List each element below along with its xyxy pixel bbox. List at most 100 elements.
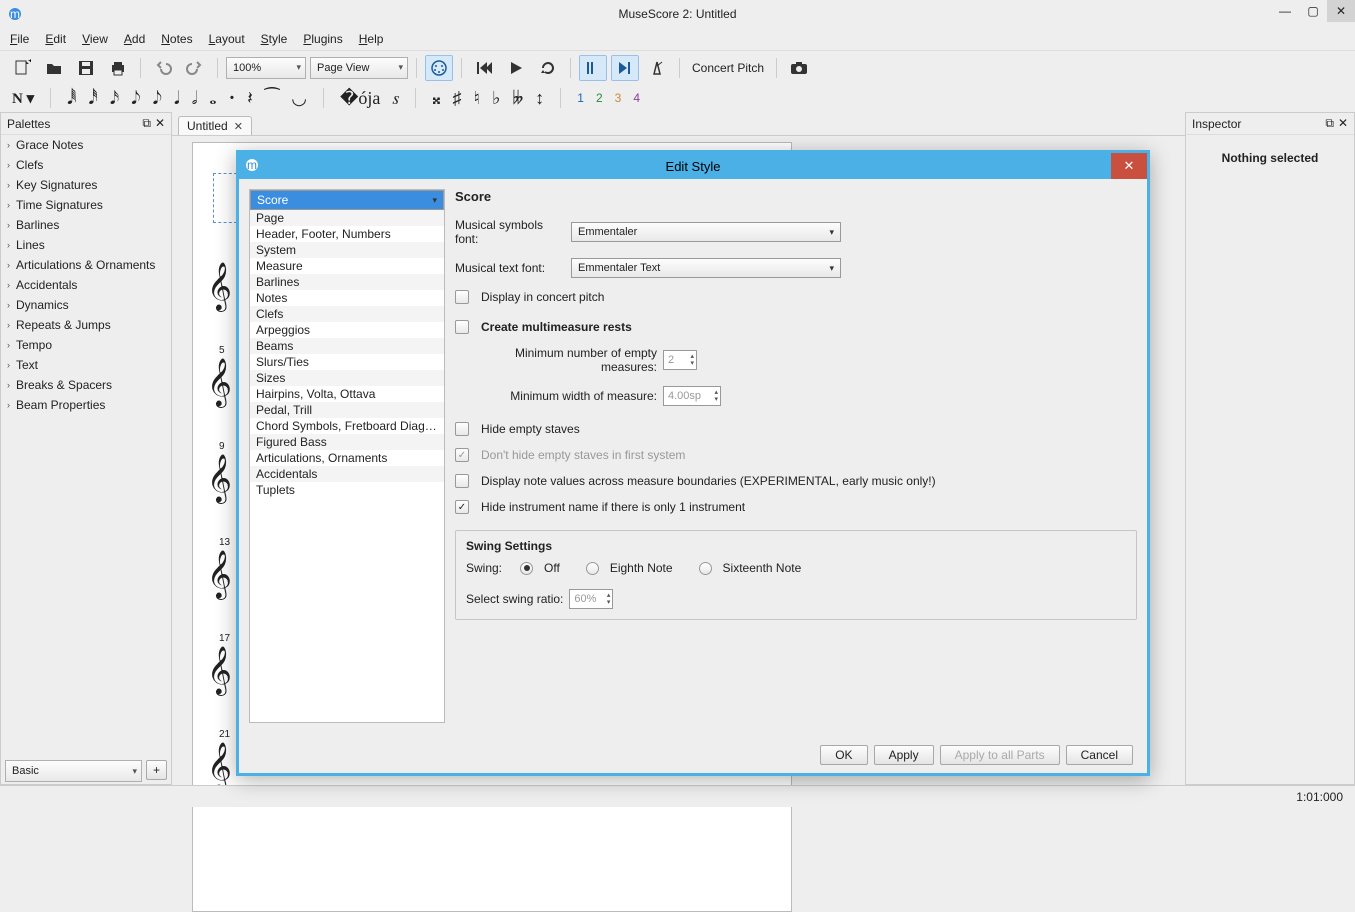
open-icon[interactable] xyxy=(40,55,68,81)
concert-pitch-button[interactable]: Concert Pitch xyxy=(688,61,768,75)
cancel-button[interactable]: Cancel xyxy=(1066,745,1133,765)
menu-notes[interactable]: Notes xyxy=(161,32,192,46)
palette-item[interactable]: ›Key Signatures xyxy=(1,175,171,195)
dialog-category-list[interactable]: ScorePageHeader, Footer, NumbersSystemMe… xyxy=(249,189,445,723)
new-score-icon[interactable]: ✦ xyxy=(8,55,36,81)
category-item[interactable]: Score xyxy=(250,190,444,210)
palette-item[interactable]: ›Tempo xyxy=(1,335,171,355)
note-whole-icon[interactable]: 𝅝 xyxy=(209,88,216,109)
display-note-values-checkbox[interactable] xyxy=(455,474,469,488)
double-flat-icon[interactable]: 𝄫 xyxy=(512,88,523,109)
palette-item[interactable]: ›Text xyxy=(1,355,171,375)
swing-sixteenth-radio[interactable] xyxy=(699,562,712,575)
swing-off-radio[interactable] xyxy=(520,562,533,575)
category-item[interactable]: Measure xyxy=(250,258,444,274)
category-item[interactable]: Articulations, Ornaments xyxy=(250,450,444,466)
sforzando-icon[interactable]: 𝆍 xyxy=(392,88,399,109)
note-dot-icon[interactable]: · xyxy=(229,87,236,110)
symbols-font-select[interactable]: Emmentaler xyxy=(571,222,841,242)
menu-edit[interactable]: Edit xyxy=(45,32,66,46)
voice-2[interactable]: 2 xyxy=(596,91,603,105)
palette-item[interactable]: ›Grace Notes xyxy=(1,135,171,155)
view-combo[interactable]: Page View xyxy=(310,57,408,79)
category-item[interactable]: Figured Bass xyxy=(250,434,444,450)
apply-button[interactable]: Apply xyxy=(874,745,934,765)
dialog-close-button[interactable]: ✕ xyxy=(1111,153,1147,179)
palettes-close-icon[interactable]: ✕ xyxy=(155,116,165,131)
redo-icon[interactable] xyxy=(181,55,209,81)
inspector-close-icon[interactable]: ✕ xyxy=(1338,116,1348,131)
zoom-combo[interactable]: 100% xyxy=(226,57,306,79)
double-sharp-icon[interactable]: 𝄪 xyxy=(432,88,440,109)
note-16th-icon[interactable]: 𝅘𝅥𝅯 xyxy=(110,88,119,109)
natural-icon[interactable]: ♮ xyxy=(474,88,480,109)
category-item[interactable]: Chord Symbols, Fretboard Diagra… xyxy=(250,418,444,434)
undo-icon[interactable] xyxy=(149,55,177,81)
inspector-undock-icon[interactable]: ⧉ xyxy=(1325,116,1334,131)
category-item[interactable]: Sizes xyxy=(250,370,444,386)
menu-file[interactable]: File xyxy=(10,32,29,46)
create-mmr-checkbox[interactable] xyxy=(455,320,469,334)
marcato-icon[interactable]: �ója xyxy=(340,88,380,109)
dialog-titlebar[interactable]: m Edit Style ✕ xyxy=(239,153,1147,179)
category-item[interactable]: Barlines xyxy=(250,274,444,290)
rewind-icon[interactable] xyxy=(470,55,498,81)
palette-item[interactable]: ›Lines xyxy=(1,235,171,255)
note-quarter-icon[interactable]: 𝅘𝅥 xyxy=(174,88,180,109)
loop-out-icon[interactable] xyxy=(611,55,639,81)
category-item[interactable]: Notes xyxy=(250,290,444,306)
midi-input-icon[interactable] xyxy=(425,55,453,81)
category-item[interactable]: Tuplets xyxy=(250,482,444,498)
category-item[interactable]: Header, Footer, Numbers xyxy=(250,226,444,242)
category-item[interactable]: System xyxy=(250,242,444,258)
voice-4[interactable]: 4 xyxy=(633,91,640,105)
note-half-icon[interactable]: 𝅗𝅥 xyxy=(192,88,198,109)
category-item[interactable]: Page xyxy=(250,210,444,226)
note-8th-icon[interactable]: 𝅘𝅥𝅮 xyxy=(131,88,140,109)
category-item[interactable]: Accidentals xyxy=(250,466,444,482)
palette-item[interactable]: ›Articulations & Ornaments xyxy=(1,255,171,275)
hide-empty-checkbox[interactable] xyxy=(455,422,469,436)
menu-add[interactable]: Add xyxy=(124,32,145,46)
slur-icon[interactable]: ◡ xyxy=(291,88,307,109)
voice-3[interactable]: 3 xyxy=(615,91,622,105)
note-8th2-icon[interactable]: 𝅘𝅥𝅮 xyxy=(153,88,162,109)
palette-preset-combo[interactable]: Basic xyxy=(5,760,142,782)
ok-button[interactable]: OK xyxy=(820,745,867,765)
flat-icon[interactable]: ♭ xyxy=(492,88,501,109)
note-rest-icon[interactable]: 𝄽 xyxy=(247,88,253,109)
concert-pitch-checkbox[interactable] xyxy=(455,290,469,304)
metronome-icon[interactable] xyxy=(643,55,671,81)
tab-close-icon[interactable]: ✕ xyxy=(234,120,243,133)
category-item[interactable]: Arpeggios xyxy=(250,322,444,338)
palette-add-button[interactable]: + xyxy=(146,760,167,780)
menu-layout[interactable]: Layout xyxy=(209,32,245,46)
screenshot-icon[interactable] xyxy=(785,55,813,81)
category-item[interactable]: Beams xyxy=(250,338,444,354)
play-icon[interactable] xyxy=(502,55,530,81)
category-item[interactable]: Slurs/Ties xyxy=(250,354,444,370)
note-64th-icon[interactable]: 𝅘𝅥𝅱 xyxy=(67,88,76,109)
category-item[interactable]: Clefs xyxy=(250,306,444,322)
category-item[interactable]: Hairpins, Volta, Ottava xyxy=(250,386,444,402)
palette-item[interactable]: ›Barlines xyxy=(1,215,171,235)
note-input-mode-icon[interactable]: N ▾ xyxy=(12,89,34,108)
hide-instr-name-checkbox[interactable]: ✓ xyxy=(455,500,469,514)
palette-item[interactable]: ›Repeats & Jumps xyxy=(1,315,171,335)
flip-icon[interactable]: ↕ xyxy=(535,88,544,109)
print-icon[interactable] xyxy=(104,55,132,81)
save-icon[interactable] xyxy=(72,55,100,81)
swing-eighth-radio[interactable] xyxy=(586,562,599,575)
tab-untitled[interactable]: Untitled ✕ xyxy=(178,116,252,135)
palette-item[interactable]: ›Breaks & Spacers xyxy=(1,375,171,395)
close-button[interactable]: ✕ xyxy=(1327,0,1355,22)
palette-item[interactable]: ›Dynamics xyxy=(1,295,171,315)
palette-item[interactable]: ›Clefs xyxy=(1,155,171,175)
menu-view[interactable]: View xyxy=(82,32,108,46)
palette-item[interactable]: ›Beam Properties xyxy=(1,395,171,415)
maximize-button[interactable]: ▢ xyxy=(1299,0,1327,22)
palettes-undock-icon[interactable]: ⧉ xyxy=(142,116,151,131)
sharp-icon[interactable]: ♯ xyxy=(453,88,462,109)
category-item[interactable]: Pedal, Trill xyxy=(250,402,444,418)
menu-plugins[interactable]: Plugins xyxy=(303,32,342,46)
